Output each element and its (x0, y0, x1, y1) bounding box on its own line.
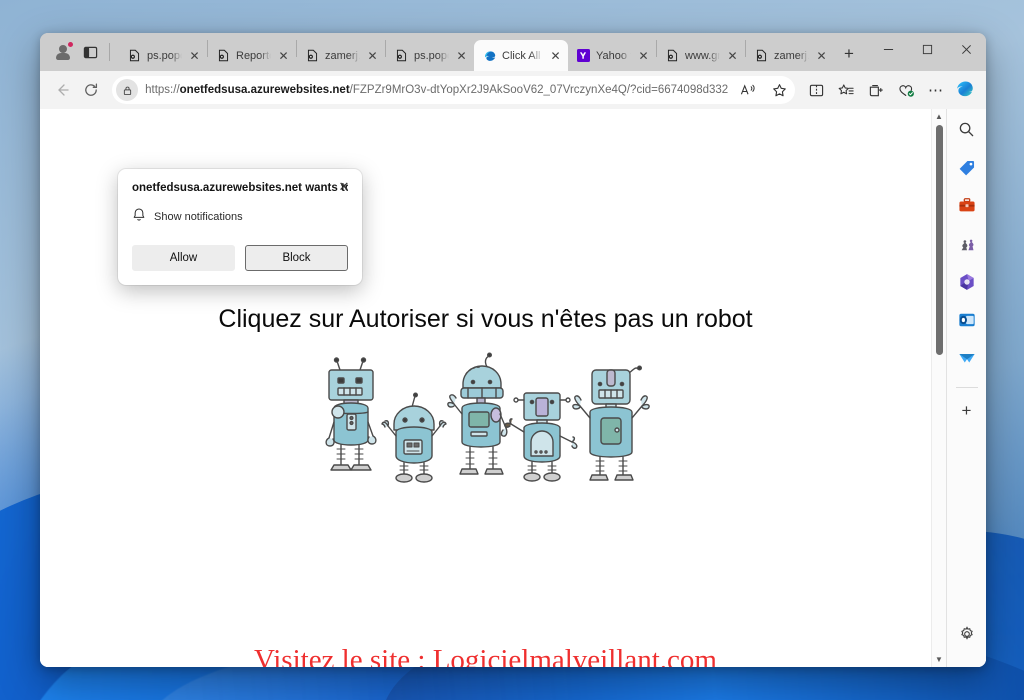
sidebar-settings-button[interactable] (952, 621, 982, 651)
address-bar[interactable]: https://onetfedsusa.azurewebsites.net/FZ… (112, 76, 795, 104)
microsoft-365-icon (958, 273, 976, 296)
plus-icon: + (961, 401, 972, 420)
page-scrollbar[interactable]: ▲ ▼ (931, 109, 946, 667)
browser-tab[interactable]: Yahoo fa ✕ (568, 40, 656, 71)
browser-tab[interactable]: Reporte ✕ (208, 40, 296, 71)
permission-title: onetfedsusa.azurewebsites.net wants to (132, 182, 348, 194)
tab-close-icon[interactable]: ✕ (636, 48, 651, 63)
tab-title: Click All (502, 49, 541, 62)
browser-tab[interactable]: ps.popca ✕ (119, 40, 207, 71)
content-area: Cliquez sur Autoriser si vous n'êtes pas… (40, 109, 986, 667)
collections-icon[interactable] (862, 76, 890, 104)
tab-strip: ps.popca ✕ Reporte ✕ zamerj.c ✕ (40, 33, 986, 71)
gear-icon (959, 625, 975, 647)
sidebar-item-search[interactable] (952, 117, 982, 147)
cartoon-robots-image (316, 352, 656, 497)
page-favicon-icon (394, 48, 409, 63)
page-favicon-icon (305, 48, 320, 63)
web-page: Cliquez sur Autoriser si vous n'êtes pas… (40, 109, 931, 667)
tab-actions-icon[interactable] (76, 39, 104, 65)
browser-window: ps.popca ✕ Reporte ✕ zamerj.c ✕ (40, 33, 986, 667)
add-favorite-star-icon[interactable] (767, 78, 791, 102)
page-footer-text: Visitez le site : Logicielmalveillant.co… (254, 644, 717, 667)
close-icon[interactable]: ✕ (336, 179, 352, 195)
page-favicon-icon (754, 48, 769, 63)
drop-icon (958, 350, 976, 371)
divider (109, 43, 110, 61)
tab-title: zamerj.c (325, 49, 360, 62)
page-favicon-icon (127, 48, 142, 63)
close-button[interactable] (947, 33, 986, 65)
tab-close-icon[interactable]: ✕ (725, 48, 740, 63)
yahoo-favicon-icon (576, 48, 591, 63)
notification-permission-dialog: onetfedsusa.azurewebsites.net wants to ✕… (118, 169, 362, 286)
tab-title: ps.popca (147, 49, 182, 62)
page-heading: Cliquez sur Autoriser si vous n'êtes pas… (218, 305, 753, 333)
sidebar-item-drop[interactable] (952, 345, 982, 375)
favorites-icon[interactable] (832, 76, 860, 104)
sidebar-item-games[interactable] (952, 231, 982, 261)
browser-tab[interactable]: zamerj.c ✕ (297, 40, 385, 71)
sidebar-item-outlook[interactable] (952, 307, 982, 337)
scrollbar-thumb[interactable] (936, 125, 943, 355)
search-icon (958, 121, 975, 143)
browser-tab[interactable]: ps.popca ✕ (386, 40, 474, 71)
profile-alert-badge (67, 41, 74, 48)
outlook-icon (958, 311, 976, 334)
allow-button[interactable]: Allow (132, 245, 235, 272)
read-aloud-icon[interactable] (736, 78, 760, 102)
browser-tab[interactable]: zamerj.c ✕ (746, 40, 834, 71)
page-favicon-icon (665, 48, 680, 63)
sidebar-add-button[interactable]: + (952, 396, 982, 426)
tab-close-icon[interactable]: ✕ (548, 48, 563, 63)
url-text: https://onetfedsusa.azurewebsites.net/FZ… (145, 84, 729, 96)
browser-tab[interactable]: www.gm ✕ (657, 40, 745, 71)
tab-close-icon[interactable]: ✕ (454, 48, 469, 63)
permission-request-label: Show notifications (154, 211, 243, 224)
browser-essentials-icon[interactable] (892, 76, 920, 104)
tab-title: ps.popca (414, 49, 449, 62)
page-favicon-icon (216, 48, 231, 63)
tab-title: Reporte (236, 49, 271, 62)
scroll-down-arrow[interactable]: ▼ (932, 652, 946, 667)
block-button[interactable]: Block (245, 245, 348, 272)
maximize-button[interactable] (908, 33, 947, 65)
window-controls (869, 33, 986, 65)
back-button[interactable] (48, 76, 76, 104)
edge-favicon-icon (482, 48, 497, 63)
edge-sidebar: + (946, 109, 986, 667)
tab-close-icon[interactable]: ✕ (365, 48, 380, 63)
games-icon (958, 235, 976, 258)
tab-close-icon[interactable]: ✕ (276, 48, 291, 63)
scroll-up-arrow[interactable]: ▲ (932, 109, 946, 124)
minimize-button[interactable] (869, 33, 908, 65)
tab-list: ps.popca ✕ Reporte ✕ zamerj.c ✕ (119, 33, 864, 71)
permission-request-row: Show notifications (132, 207, 348, 227)
settings-and-more-icon[interactable]: ⋯ (922, 76, 950, 104)
sidebar-item-tools[interactable] (952, 193, 982, 223)
address-toolbar: https://onetfedsusa.azurewebsites.net/FZ… (40, 71, 986, 109)
tab-close-icon[interactable]: ✕ (814, 48, 829, 63)
profile-avatar[interactable] (50, 39, 76, 65)
tab-title: Yahoo fa (596, 49, 631, 62)
site-info-lock-icon[interactable] (116, 79, 139, 101)
sidebar-item-microsoft365[interactable] (952, 269, 982, 299)
tab-title: www.gm (685, 49, 720, 62)
permission-actions: Allow Block (132, 245, 348, 272)
tab-close-icon[interactable]: ✕ (187, 48, 202, 63)
browser-tab-active[interactable]: Click All ✕ (474, 40, 568, 71)
copilot-icon[interactable] (952, 77, 978, 103)
refresh-button[interactable] (78, 76, 106, 104)
split-screen-icon[interactable] (802, 76, 830, 104)
sidebar-item-shopping[interactable] (952, 155, 982, 185)
new-tab-button[interactable]: + (834, 40, 864, 68)
shopping-tag-icon (958, 159, 976, 182)
tabstrip-left-controls (46, 33, 119, 71)
tab-title: zamerj.c (774, 49, 809, 62)
tools-briefcase-icon (958, 197, 976, 219)
sidebar-divider (955, 387, 978, 388)
bell-icon (132, 207, 146, 227)
